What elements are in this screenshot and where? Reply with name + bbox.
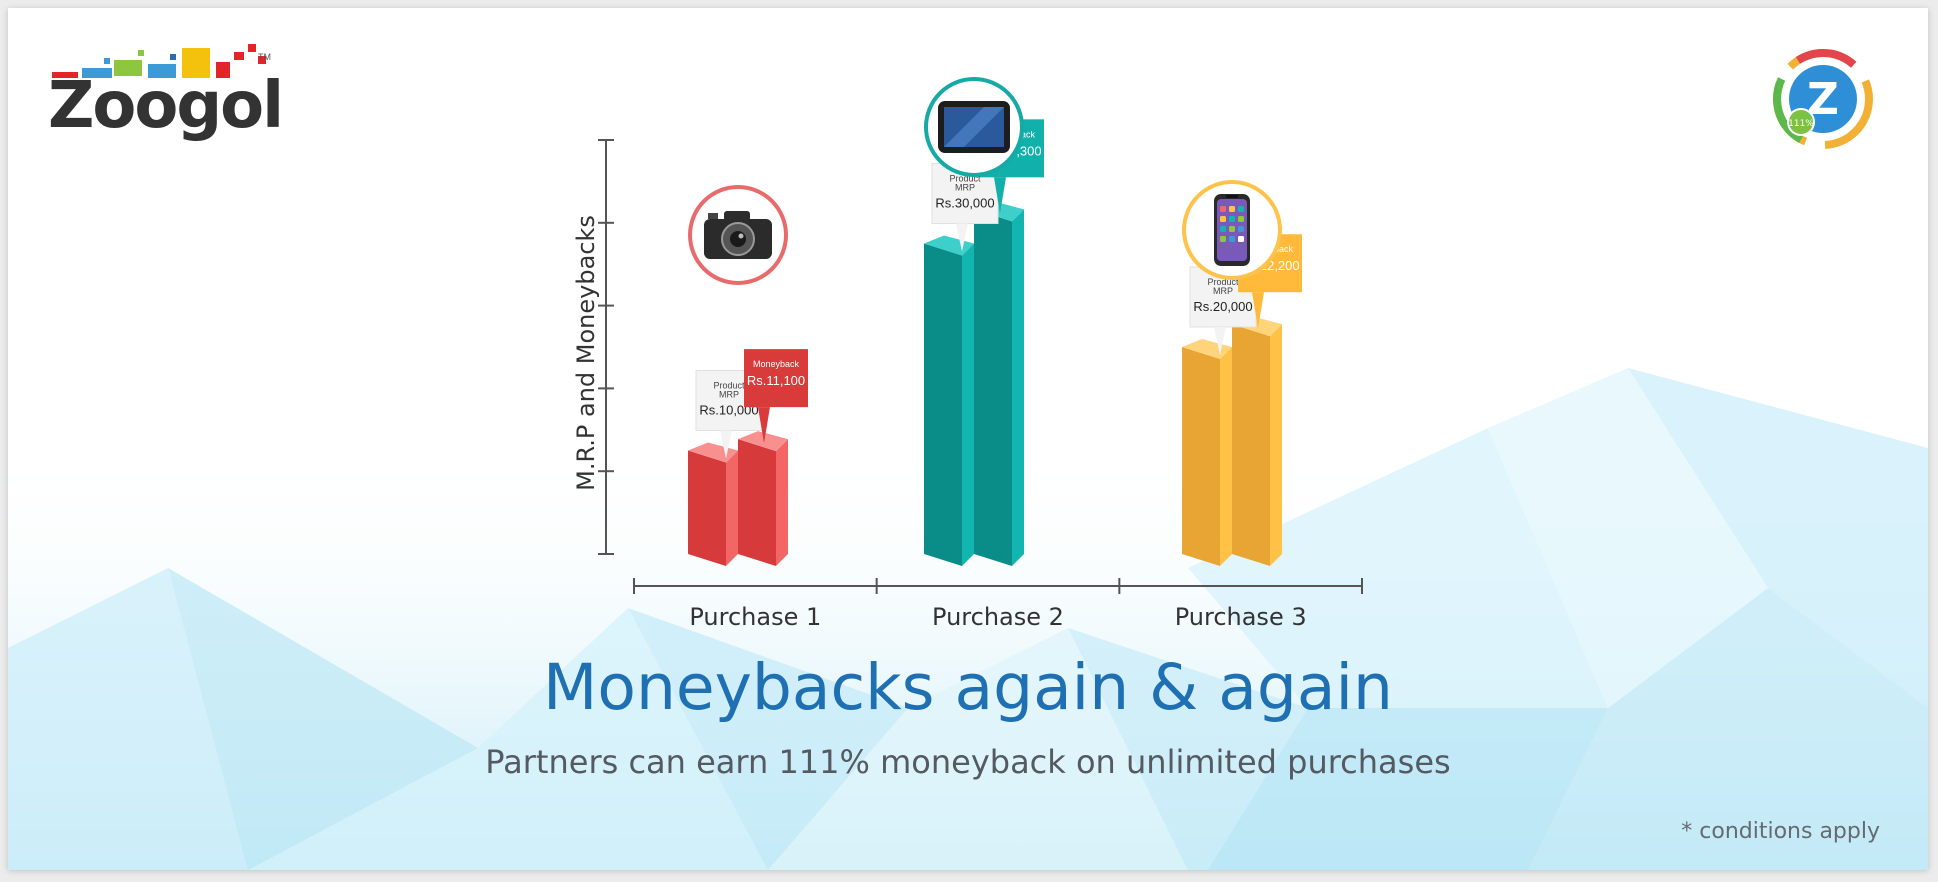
moneyback-bar xyxy=(1232,316,1282,566)
mrp-bar xyxy=(688,442,738,566)
svg-text:Moneyback: Moneyback xyxy=(753,359,800,369)
advert-card: Zoogol TM Z 111% M.R.P and Moneybacks Pur… xyxy=(8,8,1928,870)
moneyback-bar-chart: M.R.P and Moneybacks Purchase 1 Purchase 2… xyxy=(572,77,1363,631)
smartphone-icon xyxy=(1182,180,1282,280)
x-tick-label: Purchase 3 xyxy=(1175,603,1307,631)
x-tick-label: Purchase 1 xyxy=(689,603,821,631)
y-axis-label: M.R.P and Moneybacks xyxy=(572,215,600,491)
subline: Partners can earn 111% moneyback on unli… xyxy=(485,743,1451,781)
mrp-bar xyxy=(1182,339,1232,566)
svg-text:Rs.30,000: Rs.30,000 xyxy=(935,196,994,211)
svg-text:MRP: MRP xyxy=(1213,286,1233,296)
mrp-bar xyxy=(924,235,974,566)
svg-text:Rs.20,000: Rs.20,000 xyxy=(1193,299,1252,314)
moneyback-bar xyxy=(738,431,788,566)
camera-icon xyxy=(688,185,788,285)
conditions-note: * conditions apply xyxy=(1681,819,1880,844)
headline: Moneybacks again & again xyxy=(543,651,1393,724)
tablet-icon xyxy=(924,77,1024,177)
moneyback-bar xyxy=(974,201,1024,566)
svg-text:MRP: MRP xyxy=(955,183,975,193)
svg-text:Rs.11,100: Rs.11,100 xyxy=(747,373,805,388)
x-tick-label: Purchase 2 xyxy=(932,603,1064,631)
svg-text:MRP: MRP xyxy=(719,390,739,400)
